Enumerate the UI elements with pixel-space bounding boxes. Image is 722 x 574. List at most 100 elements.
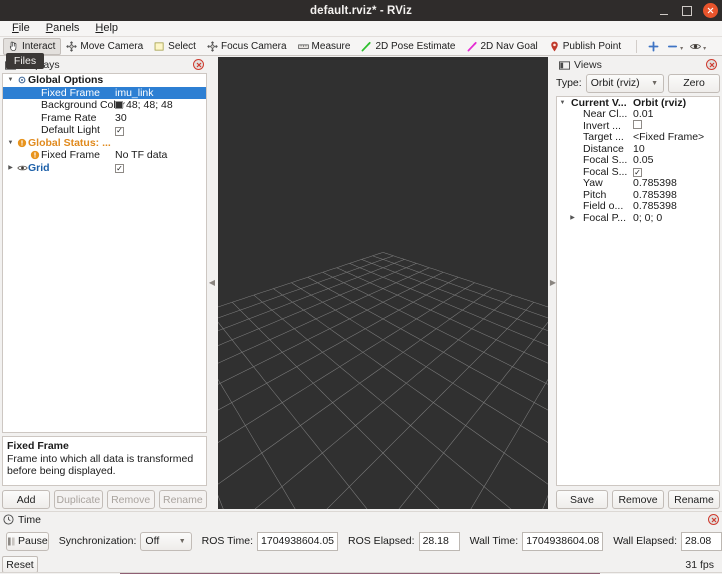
ros-elapsed-field[interactable]: 28.18 (418, 531, 460, 551)
view-property-row[interactable]: Target ... <Fixed Frame> (557, 131, 719, 143)
left-splitter-handle[interactable]: ◀ (207, 57, 217, 509)
zero-button[interactable]: Zero (668, 73, 720, 93)
remove-view-button[interactable]: Remove (612, 490, 664, 509)
expand-arrow-down-icon[interactable]: ▼ (5, 77, 16, 83)
displays-panel: Displays ▼Global OptionsFixed Frameimu_l… (2, 57, 207, 509)
views-panel: Views Type: Orbit (rviz) ▼ Zero ▼ Current… (556, 57, 720, 509)
close-icon[interactable] (703, 3, 718, 18)
views-panel-title: Views (574, 59, 602, 71)
display-row[interactable]: Frame Rate 30 (3, 112, 206, 125)
display-row[interactable]: Fixed Frame No TF data (3, 149, 206, 162)
remove-display-button[interactable]: Remove (106, 490, 155, 509)
synchronization-select[interactable]: Off ▼ (140, 531, 192, 551)
tool-select[interactable]: Select (149, 38, 202, 55)
tool-2d-nav-goal[interactable]: 2D Nav Goal (462, 38, 544, 55)
displays-tree[interactable]: ▼ Global Options Fixed Frame imu_link Backgr… (2, 73, 207, 433)
checkbox-unchecked[interactable] (633, 119, 642, 129)
time-controls-row: Pause Synchronization: Off ▼ ROS Time: 1… (0, 529, 722, 553)
save-view-button[interactable]: Save (556, 490, 608, 509)
tool-focus-camera-label: Focus Camera (220, 40, 287, 52)
tool-interact[interactable]: Interact (3, 37, 62, 55)
render-viewport-3d[interactable] (218, 57, 548, 509)
tool-move-camera[interactable]: Move Camera (61, 38, 149, 55)
view-property-value[interactable]: 0.785398 (633, 177, 677, 189)
expand-arrow-right-icon[interactable]: ▶ (5, 164, 16, 171)
pause-button[interactable]: Pause (6, 531, 49, 551)
expand-arrow-right-icon[interactable]: ▶ (567, 214, 578, 221)
display-row[interactable]: Default Light ✓ (3, 124, 206, 137)
reset-button[interactable]: Reset (2, 556, 38, 573)
view-property-value[interactable]: 0.785398 (633, 200, 677, 212)
tool-measure[interactable]: Measure (293, 38, 357, 55)
checkbox-checked[interactable]: ✓ (115, 126, 124, 136)
menu-panels[interactable]: Panels (39, 21, 87, 36)
view-property-value[interactable]: 0.785398 (633, 189, 677, 201)
tool-visibility[interactable]: ▾ (686, 40, 709, 53)
expand-arrow-down-icon[interactable]: ▼ (557, 100, 568, 106)
view-property-row[interactable]: Field o... 0.785398 (557, 200, 719, 212)
display-row-value[interactable]: ✓ (115, 162, 124, 174)
display-row[interactable]: Background Color 48; 48; 48 (3, 99, 206, 112)
view-property-value[interactable]: <Fixed Frame> (633, 131, 704, 143)
display-row-value[interactable]: ✓ (115, 124, 124, 136)
display-row-value[interactable]: No TF data (115, 149, 167, 161)
view-property-row[interactable]: Distance 10 (557, 143, 719, 155)
map-pin-icon (551, 41, 558, 51)
rename-view-button[interactable]: Rename (668, 490, 720, 509)
time-close-icon[interactable] (708, 514, 719, 525)
display-row[interactable]: ▼ Global Options (3, 74, 206, 87)
rename-display-button[interactable]: Rename (158, 490, 207, 509)
view-property-row[interactable]: Near Cl... 0.01 (557, 108, 719, 120)
display-row-value[interactable]: imu_link (115, 87, 154, 99)
view-property-row[interactable]: Focal S... 0.05 (557, 154, 719, 166)
view-property-row[interactable]: Invert ... (557, 119, 719, 132)
tool-add-panel[interactable] (644, 40, 663, 53)
display-row[interactable]: Fixed Frame imu_link (3, 86, 206, 99)
view-property-row[interactable]: ▶ Focal P... 0; 0; 0 (557, 212, 719, 224)
view-property-value[interactable]: 0.01 (633, 108, 653, 120)
tool-focus-camera[interactable]: Focus Camera (202, 38, 293, 55)
view-property-row[interactable]: Yaw 0.785398 (557, 177, 719, 189)
view-property-row[interactable]: Pitch 0.785398 (557, 189, 719, 201)
view-property-row[interactable]: ▼ Current V... Orbit (rviz) (557, 97, 719, 109)
tool-2d-pose-estimate[interactable]: 2D Pose Estimate (356, 38, 461, 55)
maximize-icon[interactable] (680, 4, 694, 18)
display-row-value[interactable]: 30 (115, 112, 127, 124)
views-tree[interactable]: ▼ Current V... Orbit (rviz) Near Cl... 0.01 I… (556, 96, 720, 486)
tool-publish-point[interactable]: Publish Point (544, 38, 627, 55)
display-row-value[interactable]: 48; 48; 48 (115, 99, 173, 111)
view-property-name: Focal P... (583, 211, 626, 224)
wall-time-field[interactable]: 1704938604.08 (522, 531, 604, 551)
display-row[interactable]: ▼ Global Status: ... (3, 137, 206, 150)
view-property-value[interactable]: ✓ (633, 166, 642, 178)
menu-panels-label: anels (53, 22, 80, 34)
tool-remove-panel[interactable]: ▾ (663, 40, 686, 53)
color-swatch[interactable] (115, 101, 123, 110)
menu-help[interactable]: Help (88, 21, 125, 36)
view-property-value[interactable]: 0; 0; 0 (633, 212, 662, 224)
wall-elapsed-field[interactable]: 28.08 (681, 531, 722, 551)
menu-file[interactable]: File (5, 21, 37, 36)
view-property-value[interactable] (633, 119, 642, 132)
view-property-name: Focal S... (583, 165, 628, 178)
view-property-value[interactable]: Orbit (rviz) (633, 97, 686, 109)
duplicate-button[interactable]: Duplicate (54, 490, 103, 509)
add-button[interactable]: Add (2, 490, 51, 509)
expand-arrow-down-icon[interactable]: ▼ (5, 140, 16, 146)
display-row[interactable]: ▶ Grid ✓ (3, 162, 206, 175)
display-row-name: Fixed Frame (41, 149, 100, 162)
minimize-icon[interactable] (657, 4, 671, 18)
displays-close-icon[interactable] (193, 59, 204, 70)
view-property-row[interactable]: Focal S... ✓ (557, 166, 719, 178)
views-close-icon[interactable] (706, 59, 717, 70)
view-property-value[interactable]: 10 (633, 143, 645, 155)
checkbox-checked[interactable]: ✓ (115, 164, 124, 174)
chevron-down-icon: ▾ (703, 45, 707, 52)
display-row-name: Background Color (41, 99, 126, 112)
checkbox-checked[interactable]: ✓ (633, 168, 642, 178)
view-property-name: Pitch (583, 188, 607, 201)
ros-time-field[interactable]: 1704938604.05 (257, 531, 339, 551)
view-type-select[interactable]: Orbit (rviz) ▼ (585, 73, 664, 93)
view-property-value[interactable]: 0.05 (633, 154, 653, 166)
view-type-row: Type: Orbit (rviz) ▼ Zero (556, 73, 720, 93)
